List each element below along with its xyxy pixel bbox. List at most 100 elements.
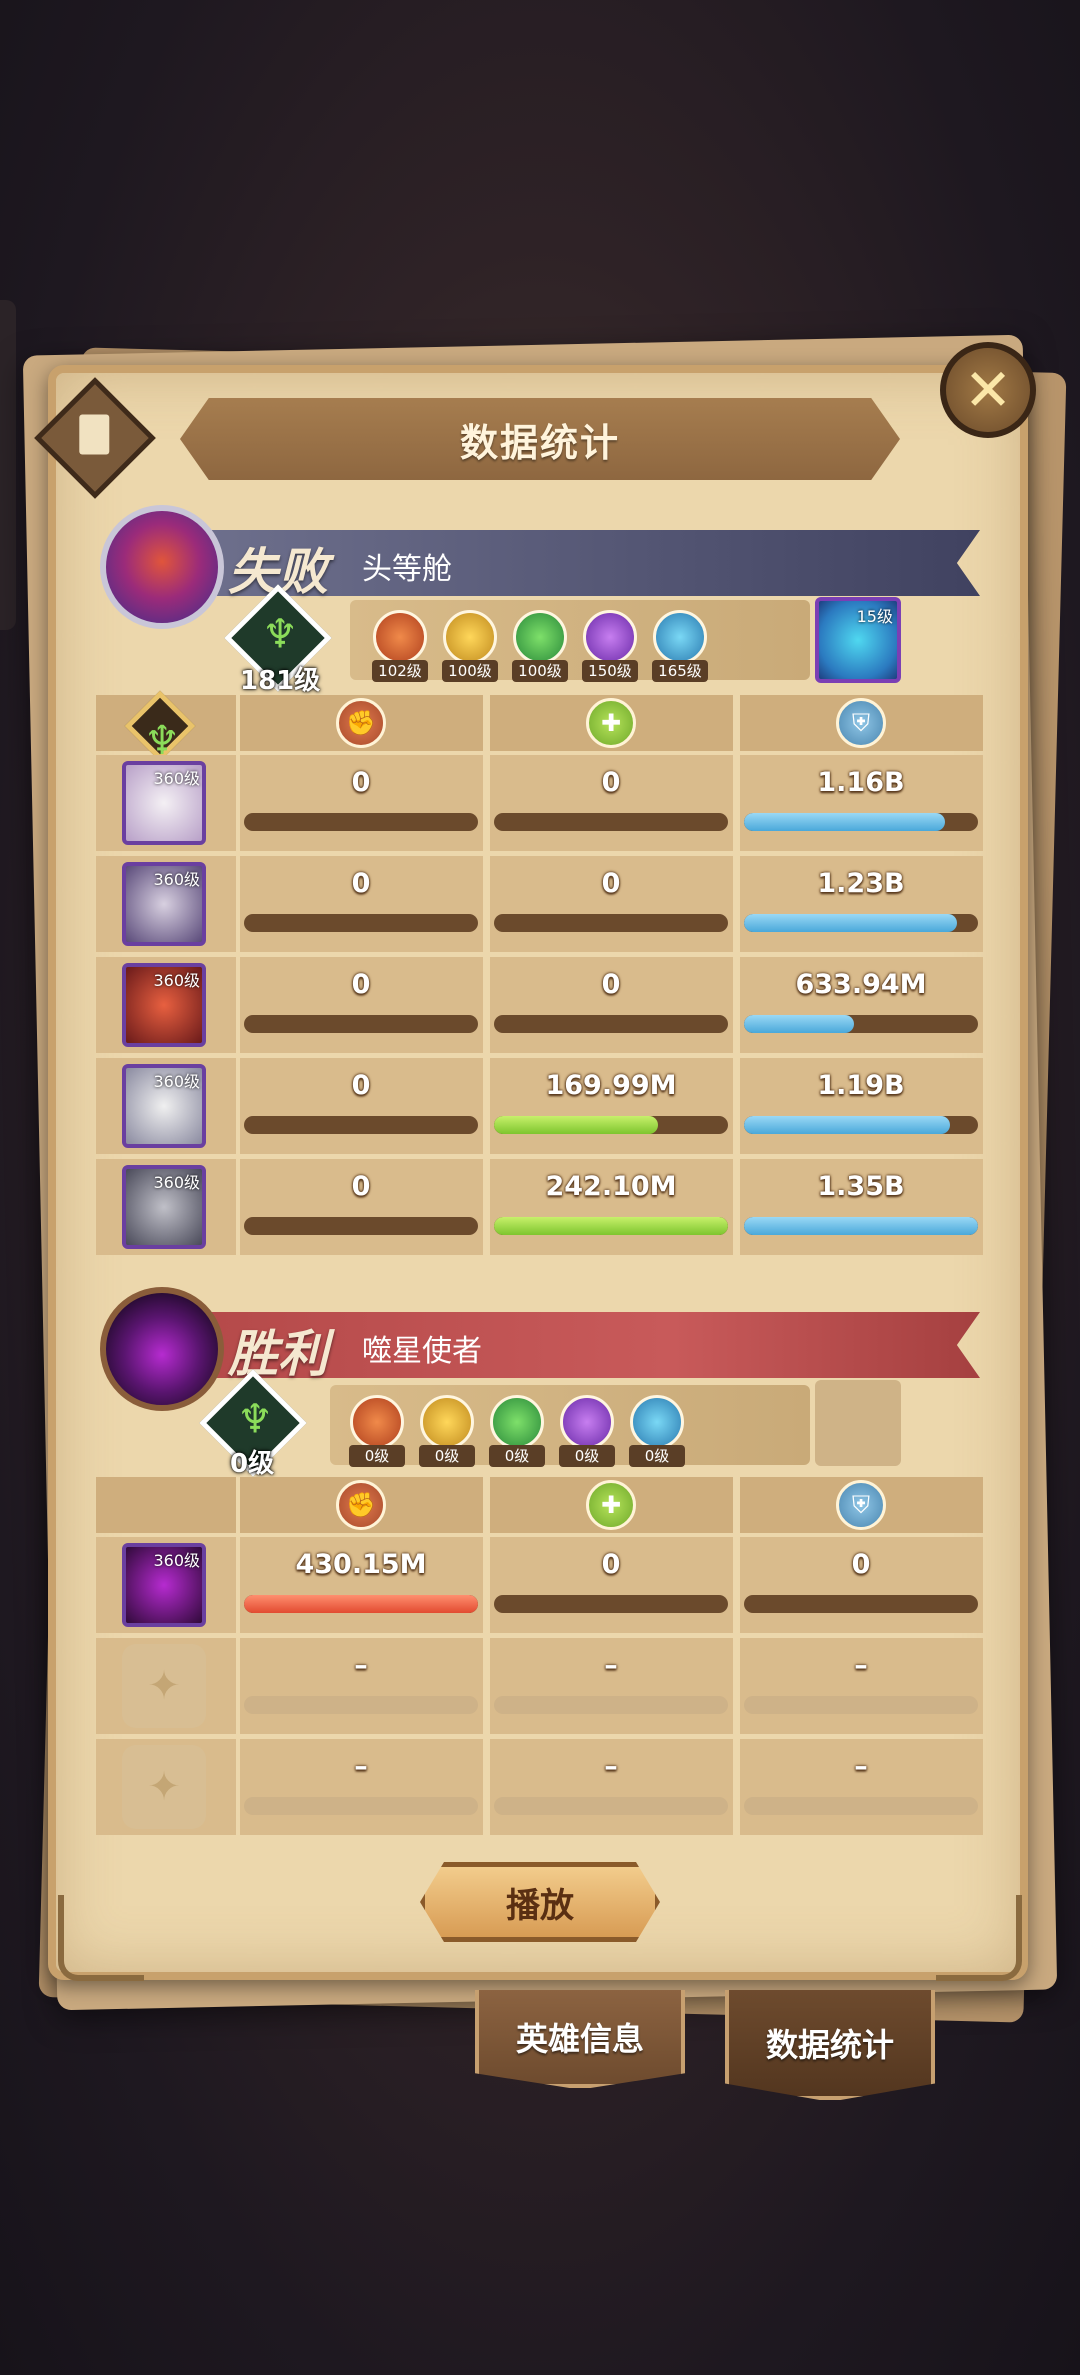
heal-value: 0 [601,868,621,899]
close-button[interactable]: ✕ [940,342,1036,438]
hero-level: 360级 [153,1551,200,1570]
heal-bar [494,813,728,831]
damage-bar [244,813,478,831]
play-button[interactable]: 播放 [420,1862,660,1942]
tab-data-stats[interactable]: 数据统计 [725,1990,935,2100]
heal-value: 0 [601,767,621,798]
heal-bar-fill [494,1116,658,1134]
tank-bar-fill [744,1217,978,1235]
hero-level: 360级 [153,870,200,889]
faction-3-icon [513,610,567,664]
heal-bar [494,1015,728,1033]
tank-bar-fill [744,1116,950,1134]
heal-value: 0 [601,1549,621,1580]
tank-value: 1.19B [817,1070,905,1101]
tank-bar [744,1696,978,1714]
team1-name: 头等舱 [362,552,452,587]
damage-value: 0 [351,1171,371,1202]
damage-bar [244,1217,478,1235]
tank-bar [744,1595,978,1613]
damage-bar [244,1015,478,1033]
empty-hero-slot: ✦ [122,1745,206,1829]
heal-bar [494,1595,728,1613]
empty-hero-slot: ✦ [122,1644,206,1728]
heal-value: – [604,1650,618,1681]
hero-portrait[interactable]: 360级 [122,963,206,1047]
faction-3-level: 0级 [489,1445,545,1467]
damage-bar-fill [244,1595,478,1613]
side-edge-tab [0,300,16,630]
damage-value: – [354,1751,368,1782]
damage-value: – [354,1650,368,1681]
team2-pet-slot-empty [815,1380,901,1466]
faction-1-icon [373,610,427,664]
team2-avatar[interactable] [100,1287,224,1411]
faction-4-icon [560,1395,614,1449]
faction-1-level: 0级 [349,1445,405,1467]
team2-banner: 胜利 噬星使者 [100,1312,980,1383]
page-title: 数据统计 [459,420,620,465]
tank-bar-fill [744,813,946,831]
faction-5-level: 0级 [629,1445,685,1467]
tank-bar [744,1217,978,1235]
tank-value: 0 [851,1549,871,1580]
close-x-icon: ✕ [963,356,1013,424]
hero-portrait[interactable]: 360级 [122,1543,206,1627]
heal-bar [494,1217,728,1235]
hero-portrait[interactable]: 360级 [122,761,206,845]
play-label: 播放 [506,1885,574,1926]
damage-value: 430.15M [295,1549,427,1580]
heal-bar [494,1116,728,1134]
hero-level: 360级 [153,1072,200,1091]
hero-level: 360级 [153,769,200,788]
faction-2-level: 100级 [442,660,498,682]
tank-bar [744,813,978,831]
tank-bar [744,1797,978,1815]
damage-value: 0 [351,868,371,899]
hero-level: 360级 [153,971,200,990]
tank-bar-fill [744,914,957,932]
team1-pet-card[interactable]: 15级 [815,597,901,683]
damage-bar [244,1797,478,1815]
faction-5-icon [653,610,707,664]
heal-value: 169.99M [545,1070,677,1101]
tank-icon: ⛨ [836,1480,886,1530]
hero-portrait[interactable]: 360级 [122,1064,206,1148]
damage-bar [244,1116,478,1134]
faction-3-icon [490,1395,544,1449]
tank-value: – [854,1751,868,1782]
faction-1-level: 102级 [372,660,428,682]
faction-4-icon [583,610,637,664]
damage-icon: ✊ [336,698,386,748]
tank-value: 1.35B [817,1171,905,1202]
tank-bar-fill [744,1015,854,1033]
heal-bar [494,914,728,932]
faction-4-level: 0级 [559,1445,615,1467]
damage-bar [244,914,478,932]
team1-banner: 失败 头等舱 [100,530,980,601]
damage-bar [244,1595,478,1613]
damage-icon: ✊ [336,1480,386,1530]
hero-level: 360级 [153,1173,200,1192]
heal-icon: ✚ [586,1480,636,1530]
faction-2-icon [420,1395,474,1449]
tank-value: 633.94M [795,969,927,1000]
faction-1-icon [350,1395,404,1449]
tab-hero-info[interactable]: 英雄信息 [475,1990,685,2088]
damage-value: 0 [351,1070,371,1101]
team1-avatar[interactable] [100,505,224,629]
tank-bar [744,1015,978,1033]
hero-portrait[interactable]: 360级 [122,1165,206,1249]
faction-2-level: 0级 [419,1445,475,1467]
tank-bar [744,914,978,932]
team2-name: 噬星使者 [362,1334,482,1369]
damage-value: 0 [351,767,371,798]
tank-value: 1.23B [817,868,905,899]
hero-portrait[interactable]: 360级 [122,862,206,946]
team1-level: 181级 [240,666,321,696]
team2-level: 0级 [230,1449,275,1479]
faction-2-icon [443,610,497,664]
faction-4-level: 150级 [582,660,638,682]
heal-icon: ✚ [586,698,636,748]
tank-bar [744,1116,978,1134]
